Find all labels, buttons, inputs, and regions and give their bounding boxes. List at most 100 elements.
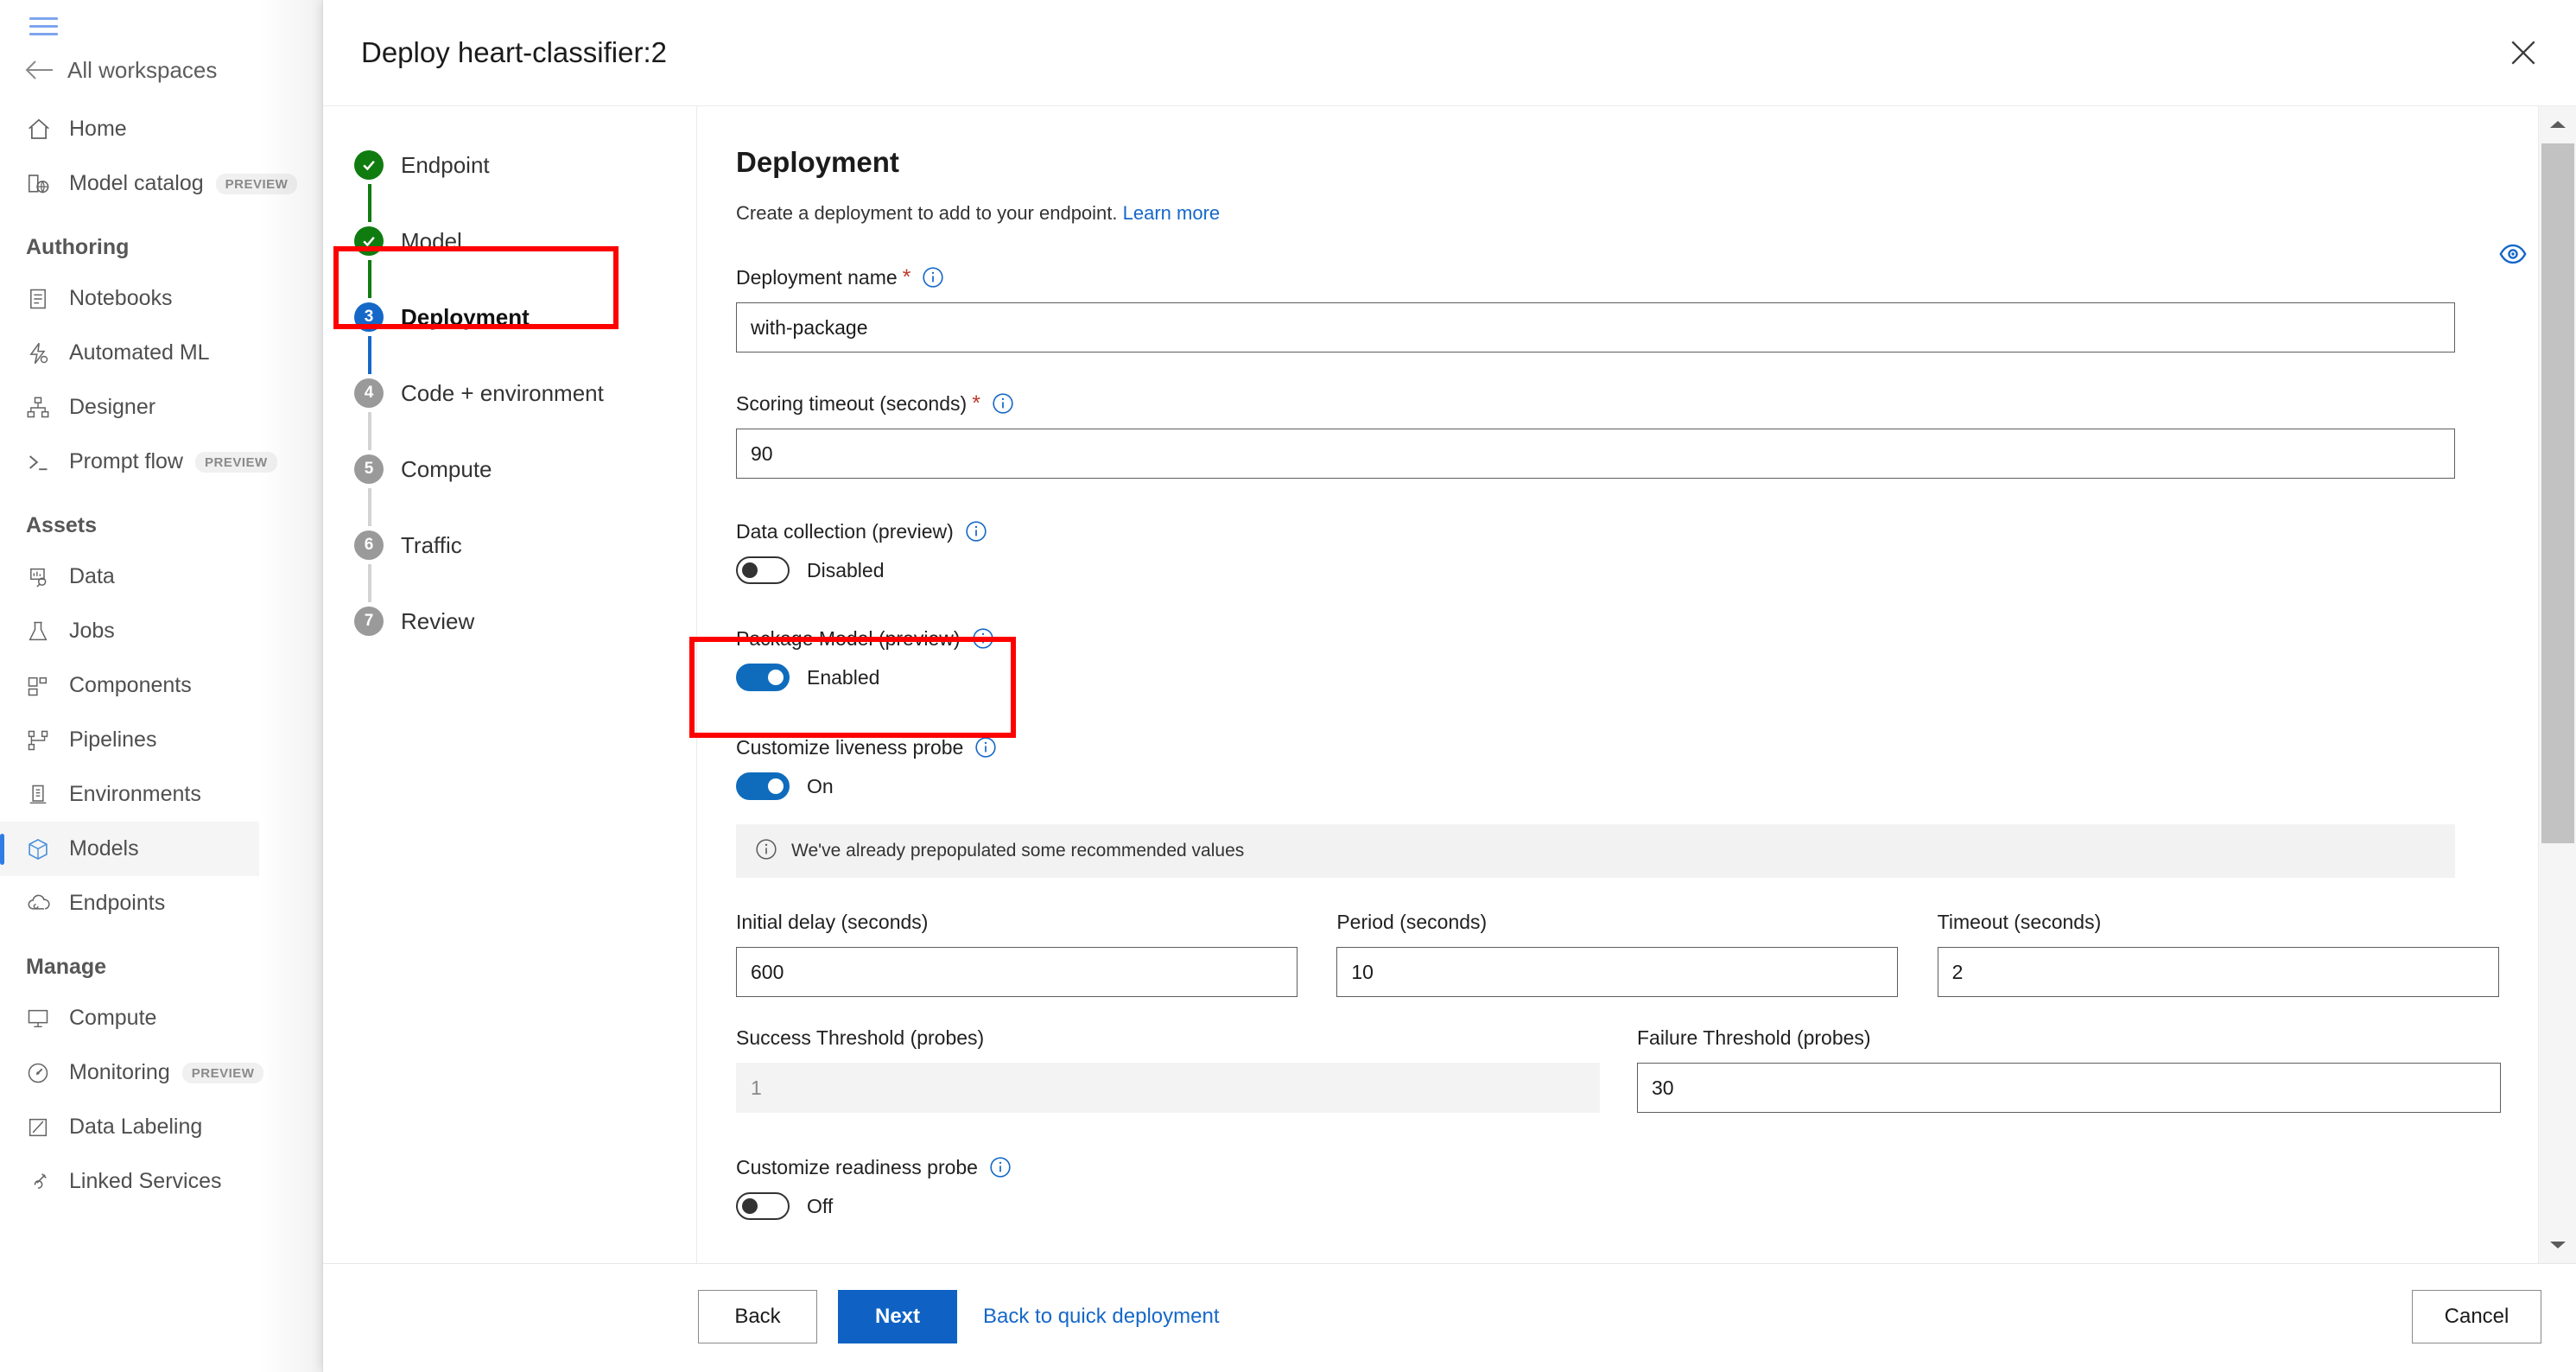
sidebar-item-data-labeling[interactable]: Data Labeling: [0, 1100, 259, 1154]
preview-badge: PREVIEW: [215, 173, 298, 194]
data-collection-state: Disabled: [807, 558, 885, 581]
sidebar-item-environments[interactable]: Environments: [0, 767, 259, 822]
wizard-step-model[interactable]: Model: [323, 222, 697, 260]
timeout-label: Timeout (seconds): [1937, 910, 2102, 933]
sidebar-item-automated-ml[interactable]: Automated ML: [0, 326, 259, 380]
learn-more-link[interactable]: Learn more: [1123, 202, 1221, 224]
hamburger-icon[interactable]: [29, 14, 60, 40]
liveness-probe-field-group: Customize liveness probe On: [736, 731, 2538, 800]
liveness-probe-state: On: [807, 774, 834, 797]
data-collection-field-group: Data collection (preview) Disabled: [736, 515, 2538, 584]
sidebar-item-data[interactable]: Data: [0, 549, 259, 604]
sidebar-item-label: Data Labeling: [69, 1115, 203, 1139]
wizard-step-code-environment[interactable]: 4 Code + environment: [323, 374, 697, 412]
sidebar-item-endpoints[interactable]: Endpoints: [0, 876, 259, 931]
readiness-probe-toggle[interactable]: [736, 1192, 790, 1220]
sidebar-item-designer[interactable]: Designer: [0, 380, 259, 435]
wizard-step-review[interactable]: 7 Review: [323, 602, 697, 640]
sidebar-item-jobs[interactable]: Jobs: [0, 604, 259, 658]
sidebar-item-monitoring[interactable]: Monitoring PREVIEW: [0, 1045, 264, 1100]
success-threshold-field-group: Success Threshold (probes) 1: [736, 1021, 1637, 1113]
scroll-down-arrow-icon[interactable]: [2539, 1227, 2576, 1263]
back-to-quick-deployment-link[interactable]: Back to quick deployment: [983, 1305, 1219, 1329]
wizard-step-compute[interactable]: 5 Compute: [323, 450, 697, 488]
sidebar-item-label: Models: [69, 836, 139, 861]
liveness-probe-label: Customize liveness probe: [736, 735, 964, 759]
model-catalog-icon: [26, 169, 62, 199]
scroll-thumb[interactable]: [2541, 143, 2574, 843]
success-threshold-label: Success Threshold (probes): [736, 1026, 985, 1049]
preview-badge: PREVIEW: [194, 451, 277, 473]
all-workspaces-link[interactable]: All workspaces: [24, 50, 217, 90]
wizard-step-endpoint[interactable]: Endpoint: [323, 146, 697, 184]
period-field-group: Period (seconds) 10: [1336, 905, 1937, 997]
timeout-input[interactable]: 2: [1937, 947, 2499, 997]
info-icon[interactable]: [989, 1156, 1012, 1178]
sidebar-item-pipelines[interactable]: Pipelines: [0, 713, 259, 767]
compute-icon: [26, 1004, 62, 1033]
endpoints-icon: [26, 889, 62, 918]
cancel-button[interactable]: Cancel: [2412, 1290, 2541, 1343]
package-model-toggle-row: Enabled: [736, 664, 2538, 691]
info-icon[interactable]: [965, 520, 987, 543]
section-heading: Deployment: [736, 146, 899, 178]
sidebar-item-compute[interactable]: Compute: [0, 991, 259, 1045]
nav-group-header-authoring: Authoring: [26, 234, 130, 259]
initial-delay-input[interactable]: 600: [736, 947, 1298, 997]
probe-row-two: Success Threshold (probes) 1 Failure Thr…: [736, 1021, 2538, 1113]
nav-edge-shadow: [259, 0, 322, 1372]
sidebar-item-prompt-flow[interactable]: Prompt flow PREVIEW: [0, 435, 277, 489]
vertical-scrollbar[interactable]: [2538, 106, 2576, 1263]
prompt-flow-icon: [26, 448, 62, 477]
wizard-footer: Back Next Back to quick deployment Cance…: [323, 1263, 2576, 1372]
period-input[interactable]: 10: [1336, 947, 1899, 997]
data-collection-label: Data collection (preview): [736, 519, 954, 543]
info-icon[interactable]: [922, 266, 944, 289]
close-icon[interactable]: [2497, 26, 2550, 79]
failure-threshold-input[interactable]: 30: [1637, 1063, 2501, 1113]
step-number-badge: 7: [354, 607, 384, 636]
sidebar-item-label: Designer: [69, 395, 156, 419]
next-button[interactable]: Next: [838, 1290, 957, 1343]
info-icon[interactable]: [974, 736, 997, 759]
success-threshold-input: 1: [736, 1063, 1600, 1113]
sidebar-item-home[interactable]: Home: [0, 102, 259, 156]
footer-right-actions: Cancel: [2412, 1290, 2541, 1343]
notebook-icon: [26, 284, 62, 314]
readiness-probe-state: Off: [807, 1194, 834, 1217]
package-model-field-group: Package Model (preview) Enabled: [736, 622, 2538, 691]
data-labeling-icon: [26, 1113, 62, 1142]
sidebar-item-models[interactable]: Models: [0, 822, 259, 876]
sidebar-item-label: Home: [69, 117, 127, 141]
sidebar-item-label: Components: [69, 673, 192, 697]
step-status-check-icon: [354, 226, 384, 256]
all-workspaces-label: All workspaces: [67, 56, 218, 83]
sidebar-item-label: Environments: [69, 782, 201, 806]
arrow-left-icon: [24, 59, 59, 81]
sidebar-item-linked-services[interactable]: Linked Services: [0, 1154, 259, 1209]
back-button[interactable]: Back: [698, 1290, 817, 1343]
jobs-icon: [26, 617, 62, 646]
data-collection-toggle[interactable]: [736, 556, 790, 584]
package-model-toggle[interactable]: [736, 664, 790, 691]
liveness-probe-toggle[interactable]: [736, 772, 790, 800]
readiness-probe-toggle-row: Off: [736, 1192, 2538, 1220]
wizard-step-traffic[interactable]: 6 Traffic: [323, 526, 697, 564]
sidebar-item-model-catalog[interactable]: Model catalog PREVIEW: [0, 156, 298, 211]
deployment-name-input[interactable]: with-package: [736, 302, 2455, 353]
sidebar-item-label: Compute: [69, 1006, 157, 1030]
required-asterisk: *: [972, 391, 980, 416]
info-icon[interactable]: [972, 627, 994, 650]
scroll-up-arrow-icon[interactable]: [2539, 106, 2576, 143]
prepopulated-info-text: We've already prepopulated some recommen…: [791, 841, 1245, 861]
preview-badge: PREVIEW: [181, 1062, 264, 1083]
scoring-timeout-input[interactable]: 90: [736, 429, 2455, 479]
wizard-step-deployment[interactable]: 3 Deployment: [323, 298, 697, 336]
eye-icon[interactable]: [2498, 239, 2528, 269]
info-icon[interactable]: [992, 392, 1014, 415]
data-icon: [26, 562, 62, 592]
sidebar-item-notebooks[interactable]: Notebooks: [0, 271, 259, 326]
step-number-badge: 4: [354, 378, 384, 408]
sidebar-item-components[interactable]: Components: [0, 658, 259, 713]
sidebar-item-label: Endpoints: [69, 891, 166, 915]
